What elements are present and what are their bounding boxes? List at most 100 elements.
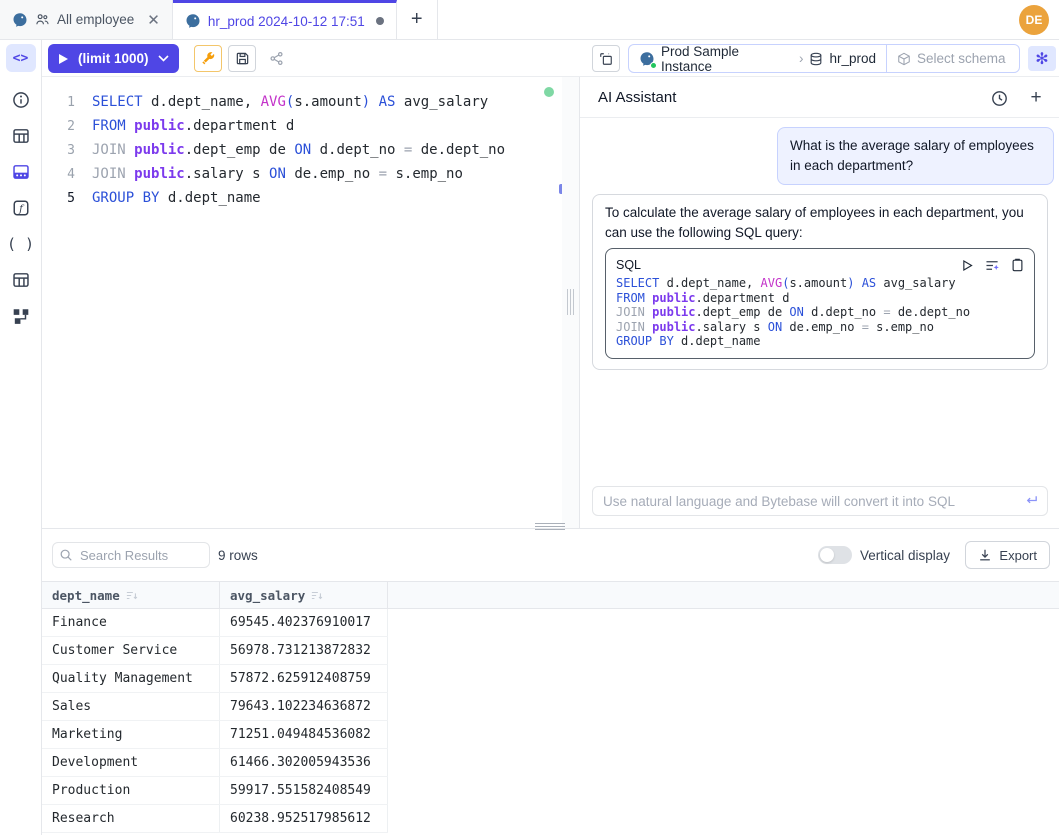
schema-placeholder: Select schema xyxy=(917,51,1006,66)
share-icon xyxy=(269,51,284,66)
enter-return-icon[interactable] xyxy=(1024,493,1039,507)
new-chat-plus-icon[interactable]: + xyxy=(1026,88,1046,108)
add-tab-button[interactable]: + xyxy=(397,0,438,39)
history-clock-icon[interactable] xyxy=(989,88,1009,108)
insert-sql-icon[interactable] xyxy=(985,259,1000,272)
sidebar-item-sql-editor[interactable]: <> xyxy=(6,44,36,72)
worksheet-users-icon xyxy=(35,12,50,27)
run-sql-icon[interactable] xyxy=(961,259,974,272)
cell-avg-salary[interactable]: 69545.402376910017 xyxy=(220,609,388,636)
column-header-avg-salary[interactable]: avg_salary xyxy=(220,582,388,608)
format-sql-button[interactable] xyxy=(194,45,222,72)
cell-avg-salary[interactable]: 56978.731213872832 xyxy=(220,637,388,664)
cell-avg-salary[interactable]: 71251.049484536082 xyxy=(220,721,388,748)
tab-all-employee[interactable]: All employee ✕ xyxy=(0,0,173,39)
tab-hr-prod[interactable]: hr_prod 2024-10-12 17:51 xyxy=(173,0,397,39)
left-sidebar: <> f ( ) xyxy=(0,40,42,835)
wrench-icon xyxy=(201,51,216,66)
run-query-button[interactable]: (limit 1000) xyxy=(48,44,179,73)
instance-database-segment[interactable]: Prod Sample Instance › hr_prod xyxy=(629,45,886,72)
cell-avg-salary[interactable]: 59917.551582408549 xyxy=(220,777,388,804)
column-header-dept-name[interactable]: dept_name xyxy=(42,582,220,608)
table-row[interactable]: Development61466.302005943536 xyxy=(42,749,388,777)
cell-avg-salary[interactable]: 57872.625912408759 xyxy=(220,665,388,692)
table-icon[interactable] xyxy=(6,122,36,150)
chevron-down-icon[interactable] xyxy=(158,55,169,62)
save-button[interactable] xyxy=(228,45,256,72)
editor-code-line[interactable]: 4JOIN public.salary s ON de.emp_no = s.e… xyxy=(42,162,562,186)
postgres-icon xyxy=(12,12,28,28)
vertical-display-toggle[interactable] xyxy=(818,546,852,564)
cell-dept-name[interactable]: Production xyxy=(42,777,220,804)
connection-selector[interactable]: Prod Sample Instance › hr_prod Select sc… xyxy=(628,44,1020,73)
table-row[interactable]: Research60238.952517985612 xyxy=(42,805,388,833)
cell-dept-name[interactable]: Research xyxy=(42,805,220,832)
schema-selector[interactable]: Select schema xyxy=(886,45,1019,72)
export-button[interactable]: Export xyxy=(965,541,1050,569)
ai-code-line: SELECT d.dept_name, AVG(s.amount) AS avg… xyxy=(616,276,1024,291)
row-count: 9 rows xyxy=(218,529,258,581)
ai-assistant-panel: AI Assistant + What is the average salar… xyxy=(580,77,1059,528)
schema-box-icon xyxy=(897,52,911,66)
sort-icon[interactable] xyxy=(311,590,323,601)
function-icon[interactable]: f xyxy=(6,194,36,222)
schema-diagram-icon[interactable] xyxy=(6,158,36,186)
search-results-input[interactable] xyxy=(52,542,210,568)
cell-dept-name[interactable]: Sales xyxy=(42,693,220,720)
postgres-icon xyxy=(185,13,201,29)
panel-title: AI Assistant xyxy=(598,89,676,106)
toggle-knob xyxy=(820,548,834,562)
search-icon xyxy=(59,548,73,562)
search-results-wrap xyxy=(52,542,210,568)
tab-label: hr_prod 2024-10-12 17:51 xyxy=(208,14,365,29)
table-row[interactable]: Quality Management57872.625912408759 xyxy=(42,665,388,693)
column-label: dept_name xyxy=(52,588,120,603)
editor-code-line[interactable]: 1SELECT d.dept_name, AVG(s.amount) AS av… xyxy=(42,90,562,114)
batch-query-button[interactable] xyxy=(592,45,620,72)
ai-sql-code: SELECT d.dept_name, AVG(s.amount) AS avg… xyxy=(616,276,1024,349)
svg-text:f: f xyxy=(18,204,25,215)
cell-dept-name[interactable]: Finance xyxy=(42,609,220,636)
cell-avg-salary[interactable]: 79643.102234636872 xyxy=(220,693,388,720)
table-row[interactable]: Production59917.551582408549 xyxy=(42,777,388,805)
copy-sql-icon[interactable] xyxy=(1011,258,1024,272)
line-number: 3 xyxy=(42,143,92,158)
sheet-table-icon[interactable] xyxy=(6,266,36,294)
editor-code-line[interactable]: 5GROUP BY d.dept_name xyxy=(42,186,562,210)
editor-code-line[interactable]: 2FROM public.department d xyxy=(42,114,562,138)
sql-editor[interactable]: 1SELECT d.dept_name, AVG(s.amount) AS av… xyxy=(42,77,562,528)
assistant-message: To calculate the average salary of emplo… xyxy=(592,194,1048,370)
table-row[interactable]: Customer Service56978.731213872832 xyxy=(42,637,388,665)
line-number: 2 xyxy=(42,119,92,134)
close-tab-icon[interactable]: ✕ xyxy=(147,11,160,29)
ai-prompt-input[interactable] xyxy=(592,486,1048,516)
cell-avg-salary[interactable]: 60238.952517985612 xyxy=(220,805,388,832)
ai-code-line: FROM public.department d xyxy=(616,291,1024,306)
share-button[interactable] xyxy=(262,45,290,72)
table-row[interactable]: Marketing71251.049484536082 xyxy=(42,721,388,749)
sort-icon[interactable] xyxy=(126,590,138,601)
ai-assistant-toggle-button[interactable]: ✻ xyxy=(1028,46,1056,71)
ai-code-line: JOIN public.dept_emp de ON d.dept_no = d… xyxy=(616,305,1024,320)
database-icon xyxy=(809,52,823,66)
editor-code: 1SELECT d.dept_name, AVG(s.amount) AS av… xyxy=(42,90,562,210)
panel-resize-handle-horizontal[interactable] xyxy=(535,523,565,530)
avatar[interactable]: DE xyxy=(1019,5,1049,35)
table-row[interactable]: Sales79643.102234636872 xyxy=(42,693,388,721)
cell-avg-salary[interactable]: 61466.302005943536 xyxy=(220,749,388,776)
panel-resize-handle-vertical[interactable] xyxy=(562,77,580,528)
info-icon[interactable] xyxy=(6,86,36,114)
line-number: 4 xyxy=(42,167,92,182)
assistant-text: To calculate the average salary of emplo… xyxy=(605,203,1035,243)
cell-dept-name[interactable]: Development xyxy=(42,749,220,776)
cell-dept-name[interactable]: Quality Management xyxy=(42,665,220,692)
parentheses-icon[interactable]: ( ) xyxy=(6,230,36,258)
cell-dept-name[interactable]: Marketing xyxy=(42,721,220,748)
play-icon xyxy=(58,53,69,65)
editor-code-line[interactable]: 3JOIN public.dept_emp de ON d.dept_no = … xyxy=(42,138,562,162)
er-diagram-icon[interactable] xyxy=(6,302,36,330)
download-icon xyxy=(978,548,992,562)
openai-icon: ✻ xyxy=(1035,49,1048,69)
cell-dept-name[interactable]: Customer Service xyxy=(42,637,220,664)
table-row[interactable]: Finance69545.402376910017 xyxy=(42,609,388,637)
